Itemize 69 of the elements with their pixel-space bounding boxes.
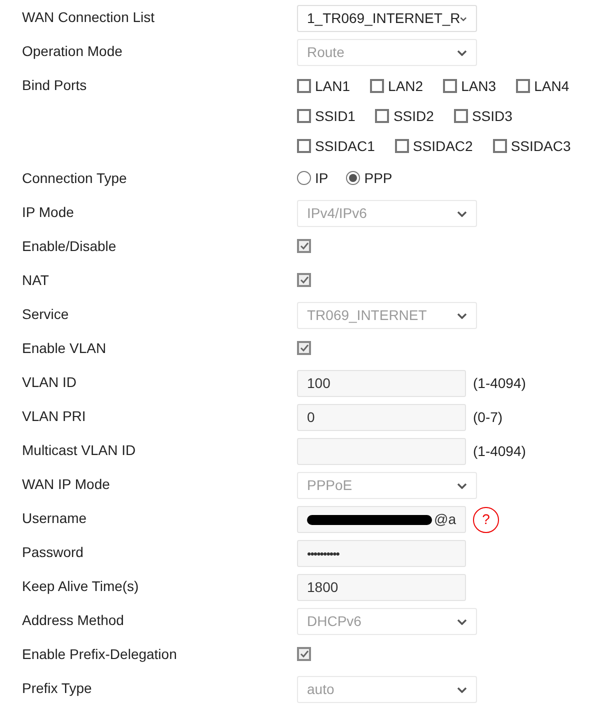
field-label: VLAN PRI [22,407,87,426]
caret-icon [457,50,467,56]
checkbox[interactable] [370,79,384,93]
input-field[interactable] [297,438,466,465]
checkbox[interactable] [375,109,390,123]
checkbox[interactable] [443,79,458,93]
caret-icon [457,686,467,692]
checkbox-label: SSID3 [472,106,512,126]
field-label: Enable VLAN [22,339,108,358]
checkbox-label: LAN2 [388,76,424,96]
checkbox[interactable] [297,647,311,661]
caret-icon [457,210,467,216]
radio-button[interactable] [346,171,360,185]
checkbox[interactable] [297,109,311,123]
radio-label: IP [315,168,328,188]
check-icon [300,344,308,352]
checkbox-label: SSIDAC1 [315,136,375,156]
field-label: Keep Alive Time(s) [22,577,140,596]
field-label: Password [22,543,84,562]
field-label: Address Method [22,611,125,630]
field-label: Operation Mode [22,42,124,61]
field-label: Bind Ports [22,76,88,95]
check-icon [300,276,308,284]
caret-icon [457,618,467,624]
checkbox[interactable] [297,273,311,287]
checkbox[interactable] [454,109,468,123]
range-hint: (0-7) [473,408,503,427]
field-label: Enable/Disable [22,237,118,256]
field-label: WAN IP Mode [22,475,111,494]
checkbox-label: SSID2 [393,106,434,126]
range-hint: (1-4094) [473,374,526,393]
range-hint: (1-4094) [473,442,526,461]
field-label: Multicast VLAN ID [22,441,137,460]
field-label: Username [22,509,88,528]
dropdown[interactable]: 1_TR069_INTERNET_R [297,5,477,32]
password-field[interactable]: •••••••••• [297,540,466,567]
radio-label: PPP [364,168,392,188]
caret-icon [457,482,467,488]
field-label: NAT [22,271,50,290]
field-label: Enable Prefix-Delegation [22,645,178,664]
field-label: Service [22,305,70,324]
checkbox-label: SSIDAC3 [510,136,571,156]
caret-icon [457,312,467,318]
check-icon [300,242,308,250]
checkbox[interactable] [492,139,507,153]
checkbox[interactable] [297,341,311,355]
checkbox-label: SSID1 [315,106,356,126]
checkbox[interactable] [297,79,311,93]
checkbox-label: LAN4 [534,76,570,96]
checkbox[interactable] [516,79,530,93]
checkbox-label: SSIDAC2 [412,136,473,156]
checkbox-label: LAN1 [315,76,350,96]
field-label: Connection Type [22,169,128,188]
checkbox[interactable] [297,239,311,253]
check-icon [300,650,308,658]
field-label: Prefix Type [22,679,93,698]
field-label: IP Mode [22,203,75,222]
field-label: VLAN ID [22,373,78,392]
caret-icon [460,16,467,22]
checkbox-label: LAN3 [461,76,496,96]
checkbox[interactable] [394,139,409,153]
input-field[interactable]: 100 [297,370,466,397]
radio-button[interactable] [297,171,311,185]
input-field[interactable]: @a [297,506,466,533]
field-label: WAN Connection List [22,8,156,27]
help-button[interactable]: ? [473,506,499,532]
input-field[interactable]: 1800 [297,574,466,601]
checkbox[interactable] [297,139,311,153]
input-field[interactable]: 0 [297,404,466,431]
